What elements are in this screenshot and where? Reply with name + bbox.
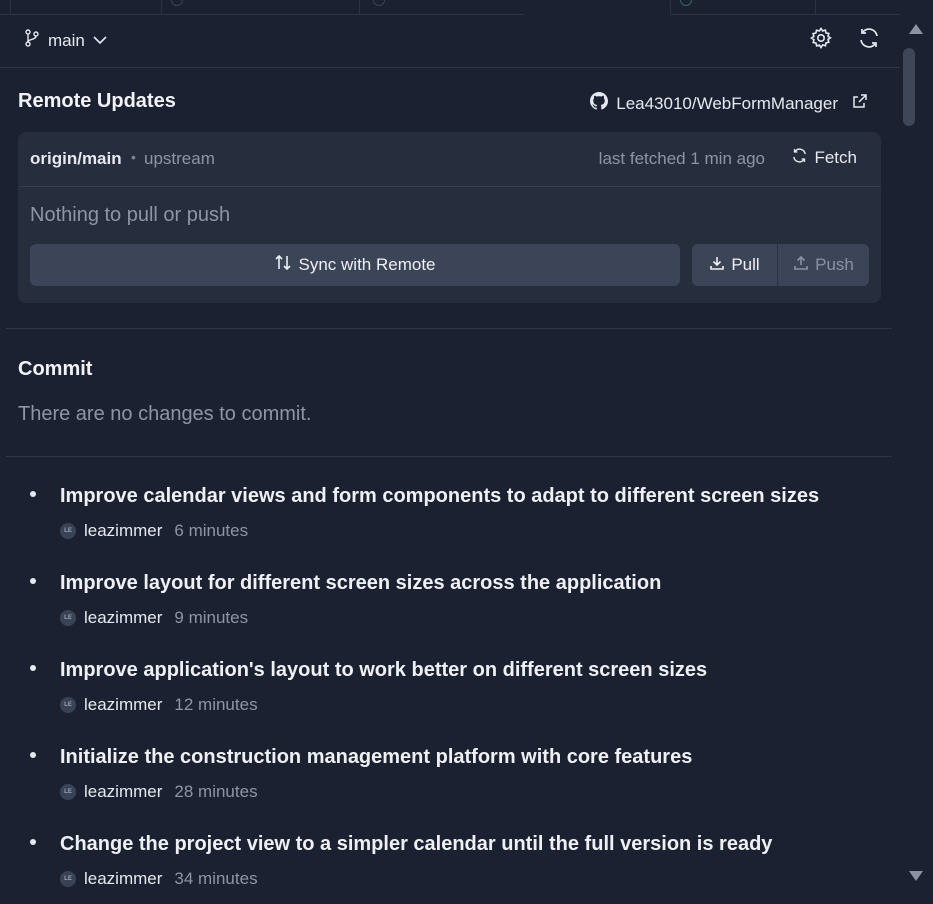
timeline-dot (30, 752, 36, 758)
tab-icon (373, 0, 385, 6)
timeline-dot (30, 665, 36, 671)
commit-message: Initialize the construction management p… (60, 746, 693, 768)
commit-time: 9 minutes (174, 608, 249, 627)
git-branch-icon (24, 29, 40, 52)
sync-label: Sync with Remote (298, 255, 436, 274)
divider (6, 328, 892, 329)
avatar: LE (60, 784, 76, 800)
commit-author: leazimmer (84, 521, 163, 540)
commit-history-item[interactable]: Improve layout for different screen size… (0, 557, 900, 643)
refresh-button[interactable] (854, 25, 884, 55)
commit-time: 12 minutes (174, 695, 258, 714)
remote-status-card: origin/main • upstream last fetched 1 mi… (18, 132, 881, 303)
commit-history-item[interactable]: Improve application's layout to work bet… (0, 644, 900, 730)
section-title: Remote Updates (18, 90, 176, 112)
separator: • (131, 149, 136, 165)
github-icon (590, 92, 609, 115)
scroll-down-arrow-icon[interactable] (909, 871, 923, 881)
download-icon (709, 255, 725, 276)
tab-icon (680, 0, 692, 6)
commit-author: leazimmer (84, 869, 163, 888)
push-button[interactable]: Push (778, 244, 869, 286)
sync-status-text: Nothing to pull or push (30, 204, 231, 226)
no-changes-text: There are no changes to commit. (18, 403, 312, 425)
repo-link[interactable]: Lea43010/WebFormManager (590, 92, 868, 115)
commit-history-item[interactable]: Initialize the construction management p… (0, 731, 900, 817)
upstream-label: upstream (144, 149, 215, 168)
commit-message: Change the project view to a simpler cal… (60, 833, 773, 855)
remote-branch-name: origin/main (30, 149, 122, 168)
fetch-label: Fetch (814, 148, 857, 167)
fetch-button[interactable]: Fetch (791, 147, 857, 169)
vertical-scrollbar[interactable] (900, 14, 933, 881)
commit-author: leazimmer (84, 608, 163, 627)
last-fetched-label: last fetched 1 min ago (598, 149, 765, 168)
upload-icon (793, 255, 809, 276)
commit-meta: LE leazimmer 9 minutes (60, 608, 248, 628)
commit-meta: LE leazimmer 34 minutes (60, 869, 258, 889)
scroll-thumb[interactable] (903, 48, 915, 126)
remote-branch-header: origin/main • upstream last fetched 1 mi… (18, 132, 881, 187)
sync-with-remote-button[interactable]: Sync with Remote (30, 244, 680, 286)
chevron-down-icon (93, 32, 107, 50)
commit-message: Improve layout for different screen size… (60, 572, 662, 594)
external-link-icon (852, 93, 868, 114)
commit-message: Improve calendar views and form componen… (60, 485, 820, 507)
branch-selector[interactable]: main (24, 29, 107, 52)
refresh-icon (857, 26, 881, 55)
repo-name: Lea43010/WebFormManager (616, 93, 838, 113)
pull-label: Pull (731, 255, 760, 274)
commit-meta: LE leazimmer 12 minutes (60, 695, 258, 715)
commit-time: 34 minutes (174, 869, 258, 888)
timeline-dot (30, 491, 36, 497)
commit-time: 28 minutes (174, 782, 258, 801)
commit-author: leazimmer (84, 782, 163, 801)
settings-button[interactable] (806, 25, 836, 55)
pull-button[interactable]: Pull (692, 244, 778, 286)
commit-history-item[interactable]: Change the project view to a simpler cal… (0, 818, 900, 904)
refresh-icon (791, 147, 808, 169)
sort-arrows-icon (274, 254, 291, 276)
pull-push-group: Pull Push (692, 244, 869, 286)
avatar: LE (60, 697, 76, 713)
commit-section-title: Commit (18, 358, 93, 380)
git-toolbar: main (0, 15, 900, 68)
commit-message: Improve application's layout to work bet… (60, 659, 708, 681)
commit-meta: LE leazimmer 28 minutes (60, 782, 258, 802)
editor-tab[interactable] (359, 0, 525, 14)
editor-tab[interactable] (670, 0, 816, 14)
commit-history-item[interactable]: Improve calendar views and form componen… (0, 470, 900, 556)
scroll-up-arrow-icon[interactable] (909, 24, 923, 34)
push-label: Push (815, 255, 854, 274)
timeline-dot (30, 578, 36, 584)
avatar: LE (60, 523, 76, 539)
branch-name: main (48, 30, 85, 50)
timeline-dot (30, 839, 36, 845)
commit-meta: LE leazimmer 6 minutes (60, 521, 248, 541)
tab-icon (171, 0, 183, 6)
editor-tab[interactable] (10, 0, 162, 14)
gear-icon (809, 26, 833, 55)
editor-tab-strip (0, 0, 933, 15)
divider (6, 456, 892, 457)
editor-tab[interactable] (161, 0, 360, 14)
commit-time: 6 minutes (174, 521, 249, 540)
commit-author: leazimmer (84, 695, 163, 714)
avatar: LE (60, 871, 76, 887)
editor-tab-active[interactable] (524, 0, 671, 15)
avatar: LE (60, 610, 76, 626)
